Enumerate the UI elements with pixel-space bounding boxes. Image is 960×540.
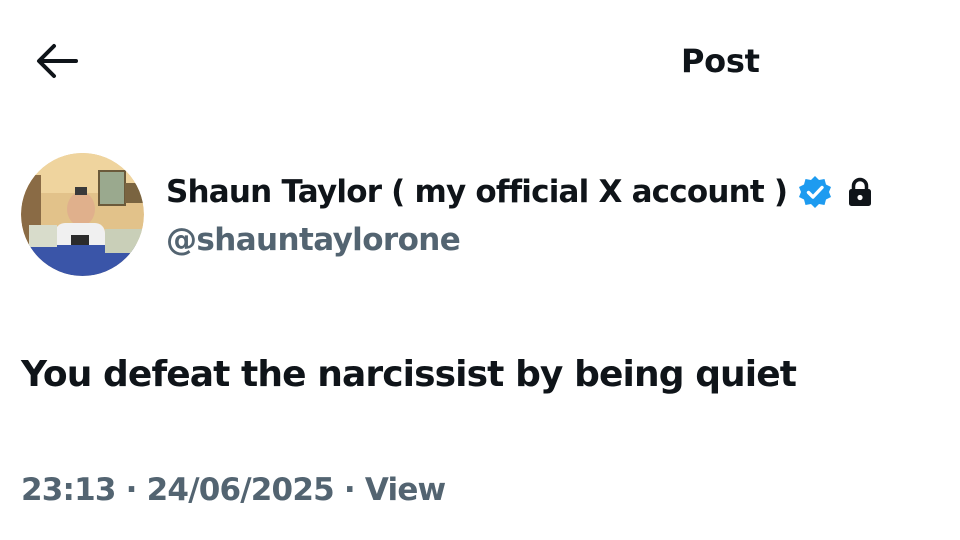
avatar[interactable] xyxy=(21,153,144,276)
post-meta: 23:13 · 24/06/2025 · View xyxy=(21,468,446,512)
post-time[interactable]: 23:13 xyxy=(21,472,116,508)
page-title: Post xyxy=(681,42,760,80)
avatar-photo xyxy=(21,153,144,276)
verified-badge-icon xyxy=(797,174,833,210)
author-name-row: Shaun Taylor ( my official X account ) xyxy=(166,170,873,214)
meta-separator: · xyxy=(333,472,365,508)
arrow-left-icon xyxy=(37,44,78,78)
post-detail-page: Post Shaun Taylor ( my official X accoun… xyxy=(0,0,960,540)
post-date[interactable]: 24/06/2025 xyxy=(147,472,335,508)
lock-icon xyxy=(847,176,873,208)
post-text: You defeat the narcissist by being quiet xyxy=(21,354,797,395)
back-button[interactable] xyxy=(32,40,82,82)
author-handle[interactable]: @shauntaylorone xyxy=(166,218,461,262)
author-display-name[interactable]: Shaun Taylor ( my official X account ) xyxy=(166,174,788,210)
views-label[interactable]: View xyxy=(365,472,446,508)
meta-separator: · xyxy=(115,472,147,508)
